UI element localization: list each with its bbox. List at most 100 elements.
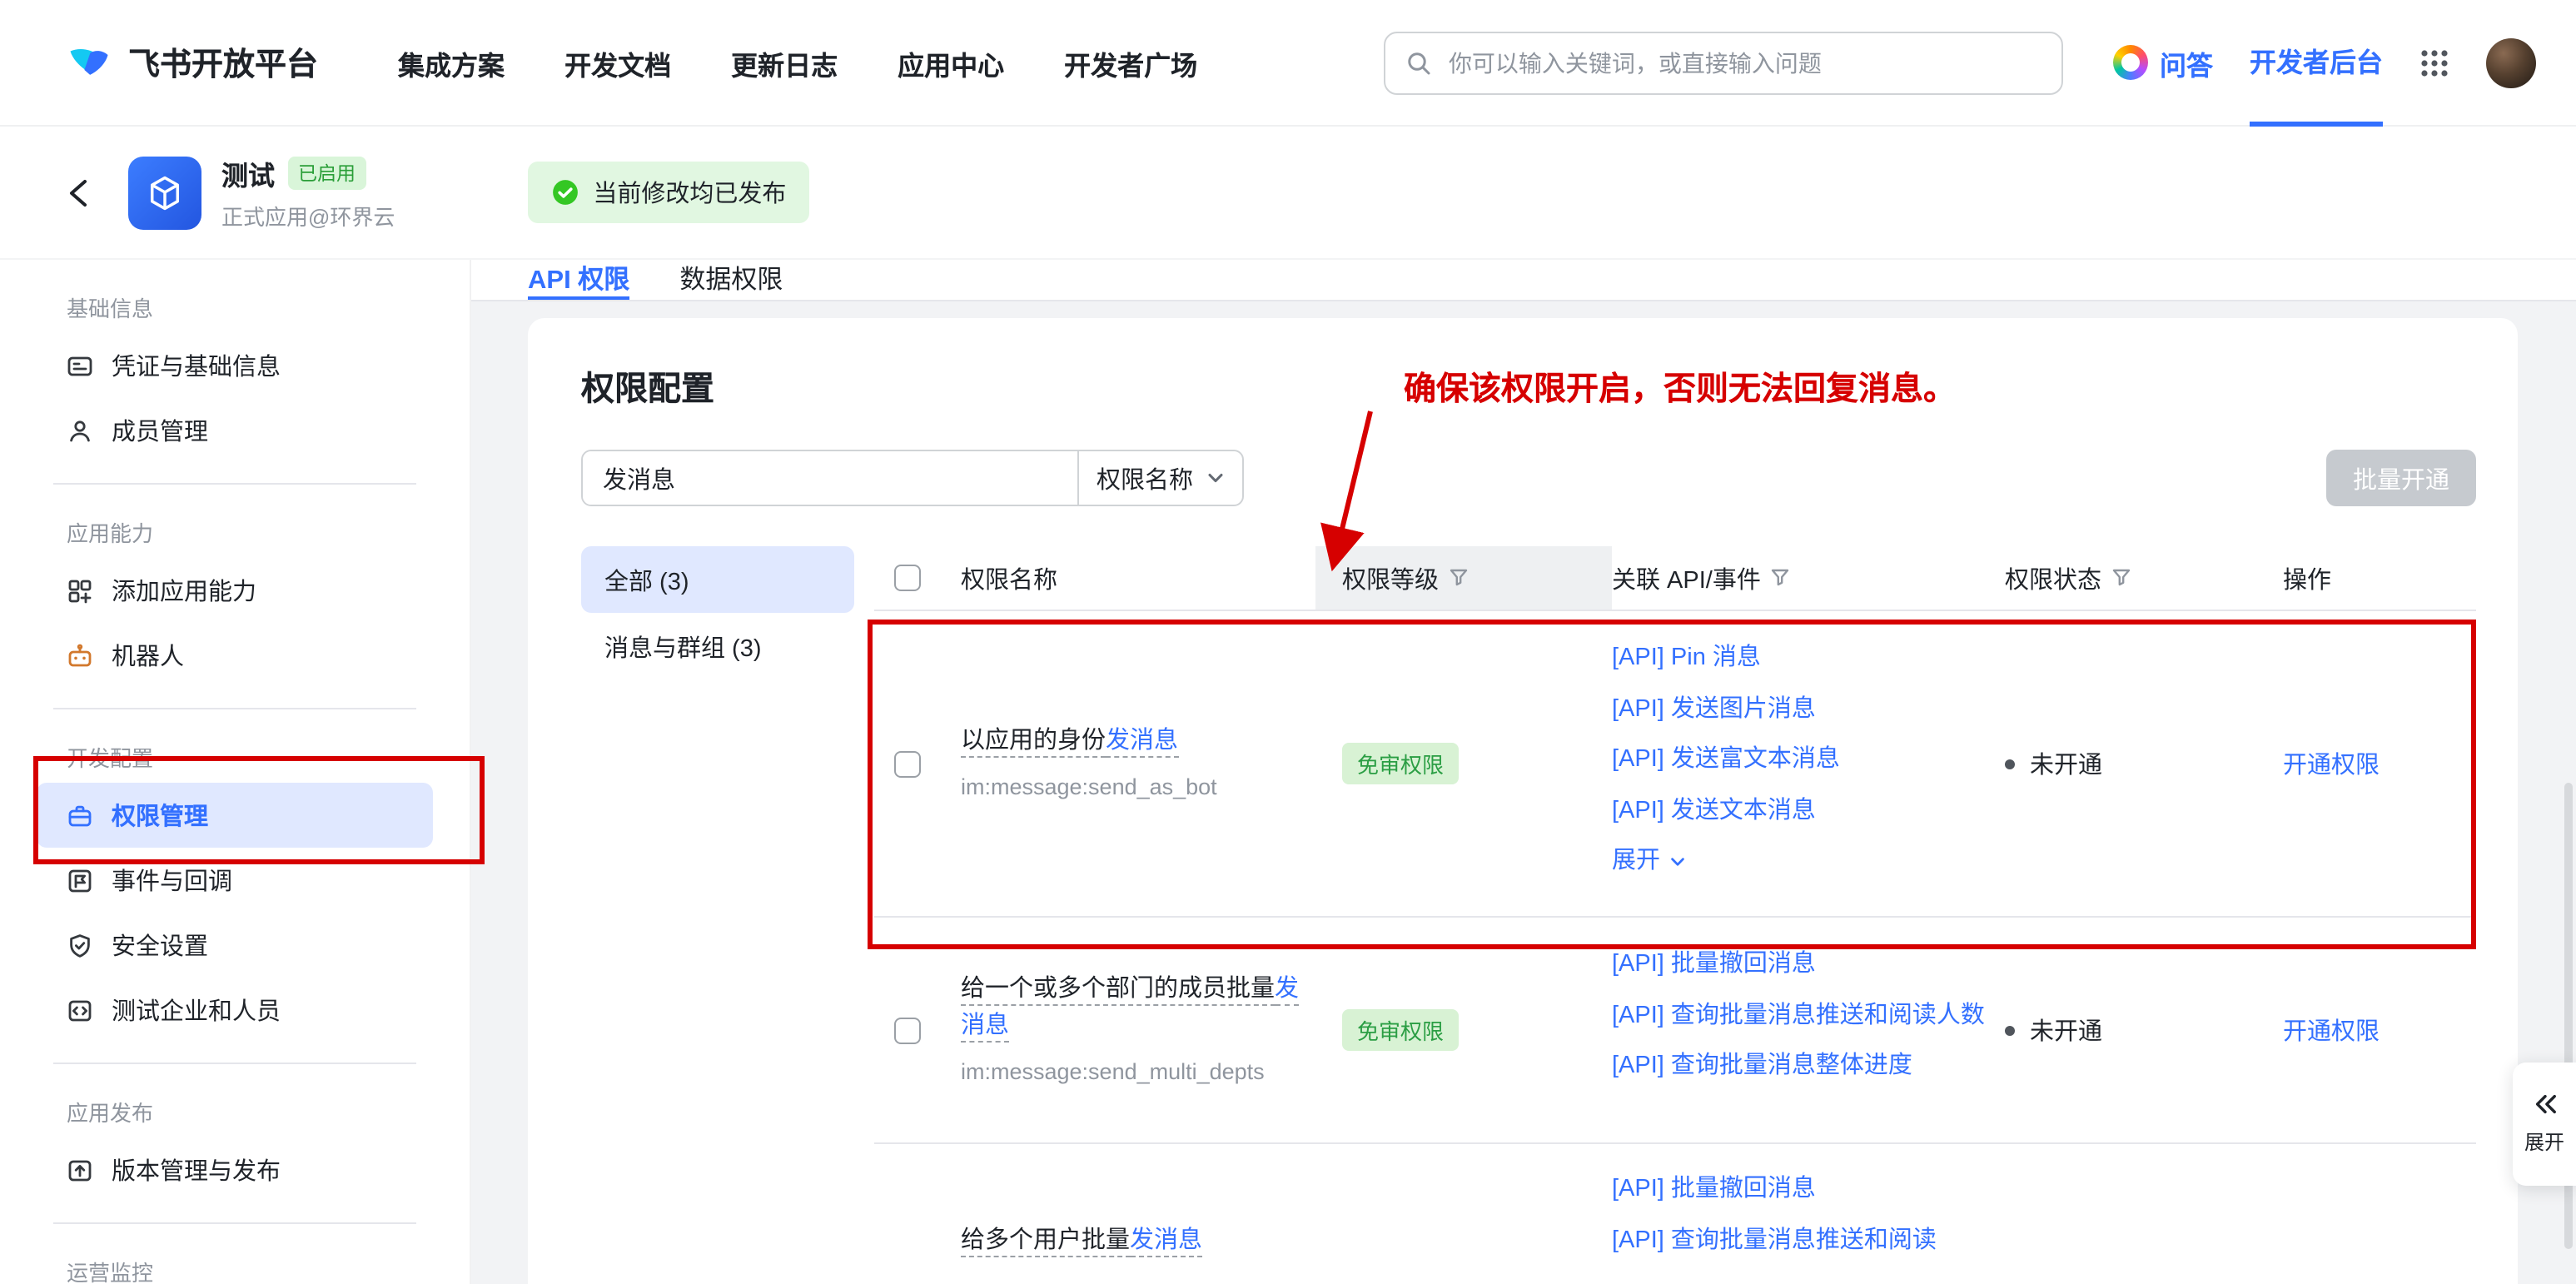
permission-name-cell: 给一个或多个部门的成员批量发消息 im:message:send_multi_d… (961, 918, 1342, 1142)
permission-search: 权限名称 (581, 450, 1244, 506)
row-checkbox[interactable] (894, 750, 921, 777)
api-link[interactable]: [API] 发送富文本消息 (1612, 734, 1988, 785)
sidebar-section-basic-info: 基础信息 (37, 280, 433, 333)
app-meta: 测试 已启用 正式应用@环界云 (221, 153, 395, 231)
header-permission-status: 权限状态 (2005, 546, 2283, 610)
chevron-left-icon (67, 177, 92, 207)
sidebar-item-label: 添加应用能力 (112, 573, 256, 608)
nav-item-developer-plaza[interactable]: 开发者广场 (1064, 42, 1197, 82)
tab-api-permissions[interactable]: API 权限 (528, 260, 629, 300)
api-link[interactable]: [API] 发送文本消息 (1612, 785, 1988, 836)
api-link[interactable]: [API] 查询批量消息推送和阅读人数 (1612, 990, 1988, 1041)
filter-icon[interactable] (2111, 568, 2131, 588)
nav-item-dev-docs[interactable]: 开发文档 (564, 42, 671, 82)
expand-panel-button[interactable]: 展开 (2513, 1063, 2576, 1186)
status-dot-icon (2005, 1025, 2015, 1035)
status-cell: 未开通 (2005, 611, 2283, 916)
sidebar-item-members[interactable]: 成员管理 (37, 398, 433, 463)
table-row: 给一个或多个部门的成员批量发消息 im:message:send_multi_d… (874, 918, 2476, 1144)
permission-search-input[interactable] (583, 451, 1077, 505)
sidebar-item-label: 版本管理与发布 (112, 1152, 281, 1187)
table-row: 给多个用户批量发消息 [API] 批量撤回消息 [API] 查询批量消息推送和阅… (874, 1144, 2476, 1284)
row-checkbox[interactable] (894, 1017, 921, 1043)
console-link[interactable]: 开发者后台 (2250, 0, 2383, 126)
sidebar-section-app-release: 应用发布 (37, 1084, 433, 1137)
briefcase-icon (67, 802, 93, 829)
sidebar-item-bot[interactable]: 机器人 (37, 623, 433, 688)
header-label: 关联 API/事件 (1612, 560, 1761, 595)
sidebar-section-ops-monitoring: 运营监控 (37, 1244, 433, 1284)
qa-link[interactable]: 问答 (2113, 42, 2213, 82)
batch-open-button[interactable]: 批量开通 (2326, 450, 2476, 506)
permission-name-highlight: 发消息 (1130, 1227, 1202, 1257)
api-link[interactable]: [API] 查询批量消息整体进度 (1612, 1041, 1988, 1092)
category-filter: 全部 (3) 消息与群组 (3) (581, 546, 854, 1284)
open-permission-link[interactable]: 开通权限 (2283, 1013, 2380, 1048)
divider (53, 483, 416, 485)
tab-data-permissions[interactable]: 数据权限 (679, 260, 783, 300)
sidebar-item-test-company[interactable]: 测试企业和人员 (37, 978, 433, 1043)
nav-item-changelog[interactable]: 更新日志 (731, 42, 838, 82)
sidebar-item-security[interactable]: 安全设置 (37, 913, 433, 978)
filter-icon[interactable] (1449, 568, 1469, 588)
api-link[interactable]: [API] 发送图片消息 (1612, 684, 1988, 734)
open-permission-link[interactable]: 开通权限 (2283, 746, 2380, 781)
sidebar-item-label: 成员管理 (112, 413, 208, 448)
header-related-api: 关联 API/事件 (1612, 546, 2005, 610)
api-link[interactable]: [API] Pin 消息 (1612, 633, 1988, 684)
api-link[interactable]: [API] 查询批量消息推送和阅读 (1612, 1215, 1988, 1266)
avatar[interactable] (2486, 37, 2536, 87)
filter-icon[interactable] (1771, 568, 1791, 588)
qa-icon (2113, 45, 2148, 80)
permission-name-cell: 以应用的身份发消息 im:message:send_as_bot (961, 611, 1342, 916)
search-type-select[interactable]: 权限名称 (1077, 451, 1242, 505)
code-icon (67, 997, 93, 1023)
filter-all[interactable]: 全部 (3) (581, 546, 854, 613)
api-link[interactable]: [API] 批量撤回消息 (1612, 939, 1988, 990)
expand-apis-link[interactable]: 展开 (1612, 836, 1988, 887)
cube-icon (145, 172, 185, 212)
publish-banner-text: 当前修改均已发布 (593, 175, 786, 210)
sidebar: 基础信息 凭证与基础信息 成员管理 应用能力 (0, 260, 471, 1284)
expand-panel-label: 展开 (2524, 1127, 2564, 1156)
brand[interactable]: 飞书开放平台 (67, 40, 318, 85)
status-dot-icon (2005, 759, 2015, 769)
sidebar-item-add-capability[interactable]: 添加应用能力 (37, 558, 433, 623)
header-permission-level: 权限等级 (1315, 546, 1612, 610)
sidebar-item-credentials[interactable]: 凭证与基础信息 (37, 333, 433, 398)
app-header: 测试 已启用 正式应用@环界云 当前修改均已发布 (0, 127, 2576, 260)
global-search[interactable] (1384, 31, 2063, 94)
nav-item-app-center[interactable]: 应用中心 (898, 42, 1004, 82)
status-badge: 已启用 (288, 157, 366, 190)
brand-title: 飞书开放平台 (128, 40, 318, 85)
nav-item-integration-solutions[interactable]: 集成方案 (398, 42, 505, 82)
sidebar-item-permissions[interactable]: 权限管理 (37, 783, 433, 848)
level-badge: 免审权限 (1342, 1009, 1459, 1051)
nav-right-cluster: 问答 开发者后台 (2113, 0, 2536, 126)
shield-check-icon (67, 932, 93, 958)
chevron-down-icon (1668, 853, 1687, 871)
filter-message-group[interactable]: 消息与群组 (3) (581, 613, 854, 679)
apps-grid-icon[interactable] (2419, 47, 2449, 77)
header-actions: 操作 (2283, 546, 2476, 610)
global-search-input[interactable] (1445, 47, 2041, 77)
back-button[interactable] (67, 177, 92, 207)
divider (53, 1063, 416, 1064)
api-link[interactable]: [API] 批量撤回消息 (1612, 1164, 1988, 1215)
robot-icon (67, 642, 93, 669)
flag-icon (67, 867, 93, 893)
top-nav: 飞书开放平台 集成方案 开发文档 更新日志 应用中心 开发者广场 问答 开发者后… (0, 0, 2576, 127)
permission-name-cell: 给多个用户批量发消息 (961, 1144, 1342, 1284)
sidebar-item-version-release[interactable]: 版本管理与发布 (37, 1137, 433, 1202)
sidebar-item-events[interactable]: 事件与回调 (37, 848, 433, 913)
double-chevron-left-icon (2532, 1092, 2557, 1116)
divider (53, 1222, 416, 1224)
header-permission-name: 权限名称 (961, 546, 1342, 610)
permission-name: 以应用的身份 (961, 727, 1106, 757)
related-api-cell: [API] Pin 消息 [API] 发送图片消息 [API] 发送富文本消息 … (1612, 611, 2005, 916)
related-api-cell: [API] 批量撤回消息 [API] 查询批量消息推送和阅读人数 [API] 查… (1612, 918, 2005, 1142)
app-subtitle: 正式应用@环界云 (221, 200, 395, 231)
body: 基础信息 凭证与基础信息 成员管理 应用能力 (0, 260, 2576, 1284)
select-all-checkbox[interactable] (894, 565, 921, 591)
level-badge: 免审权限 (1342, 743, 1459, 784)
